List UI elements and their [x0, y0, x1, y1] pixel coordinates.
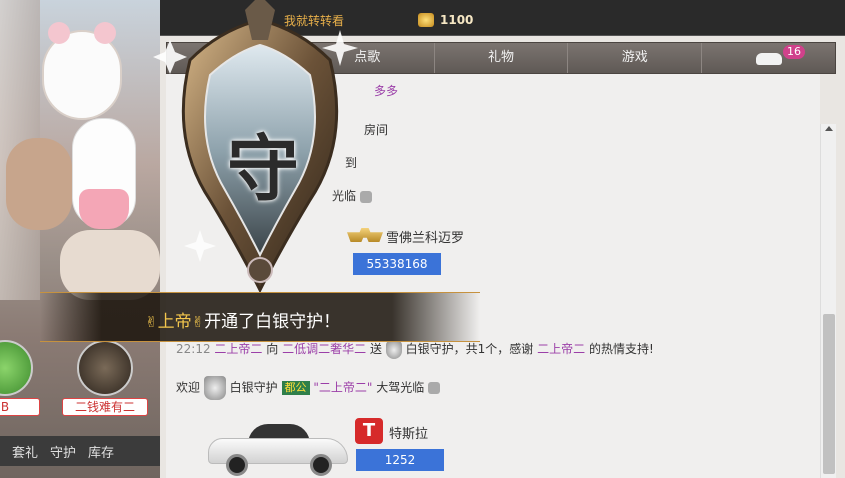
rabbit-sticker [72, 118, 136, 229]
chat-scrollbar[interactable] [820, 124, 836, 478]
guard-name: 二钱难有二 [62, 398, 148, 416]
car-icon [755, 53, 782, 65]
guard-character: 守 [226, 127, 299, 211]
tab-gift[interactable]: 礼物 [435, 43, 569, 73]
victory-hand-icon: ✌ [145, 313, 158, 331]
sender-name[interactable]: 二上帝二 [214, 342, 262, 356]
tab-inventory[interactable]: 库存 [88, 442, 114, 461]
guard-avatar-1[interactable]: B [0, 340, 40, 420]
receiver-name[interactable]: 二低调二奢华二 [282, 342, 366, 356]
pillow [60, 230, 160, 300]
bear-sticker [6, 138, 72, 230]
banner-user[interactable]: 上帝 [158, 312, 192, 332]
welcome-message: 欢迎 白银守护 都公 "二上帝二" 大驾光临 [176, 376, 441, 400]
guard-avatars: B 二钱难有二 [0, 330, 160, 430]
thanked-name[interactable]: 二上帝二 [537, 342, 585, 356]
guard-name: B [0, 398, 40, 416]
guard-notification-banner: ✌上帝✌开通了白银守护！ [40, 292, 480, 342]
tesla-logo-icon: T [355, 418, 383, 444]
car-count-badge: 16 [782, 45, 805, 59]
coin-count: 1100 [440, 13, 474, 27]
tab-guard[interactable]: 守护 [50, 442, 76, 461]
car-name: 雪佛兰科迈罗 [386, 231, 465, 246]
hamster-sticker [42, 22, 122, 120]
tesla-car-image [208, 420, 348, 476]
left-tab-bar: 套礼 守护 库存 [0, 436, 160, 466]
avatar [0, 340, 33, 396]
coin-icon [418, 13, 434, 27]
gift-message: 22:12 二上帝二 向 二低调二奢华二 送 白银守护，共1个，感谢 二上帝二 … [176, 340, 654, 359]
timestamp: 22:12 [176, 342, 211, 356]
victory-hand-icon: ✌ [191, 313, 205, 331]
banner-message: ✌上帝✌开通了白银守护！ [145, 312, 341, 332]
welcome-name[interactable]: "二上帝二" [313, 381, 372, 395]
scroll-thumb[interactable] [823, 314, 835, 474]
car-owner-id[interactable]: 1252 [356, 449, 444, 471]
car-name: 特斯拉 [389, 427, 429, 442]
silver-guard-emblem: 守 [150, 0, 370, 300]
tab-car[interactable]: 16 [702, 43, 835, 73]
apple-icon [428, 382, 441, 394]
guard-avatar-2[interactable]: 二钱难有二 [62, 340, 148, 420]
avatar [77, 340, 133, 396]
rank-ribbon: 都公 [281, 381, 310, 395]
silver-guard-icon [385, 340, 402, 359]
tab-set-gift[interactable]: 套礼 [12, 442, 38, 461]
chat-line-1: 多多 [374, 84, 399, 98]
tab-game[interactable]: 游戏 [568, 43, 703, 73]
scroll-up-arrow-icon[interactable] [825, 126, 833, 131]
guard-shield-icon [203, 376, 226, 400]
